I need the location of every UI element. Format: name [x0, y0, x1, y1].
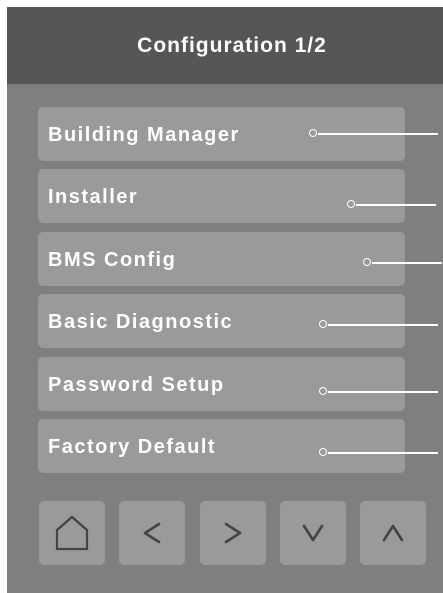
- menu-item-label: Password Setup: [48, 374, 225, 396]
- menu-item-password-setup[interactable]: Password Setup: [38, 357, 438, 411]
- chevron-up-icon: [382, 524, 404, 542]
- menu-item-basic-diagnostic[interactable]: Basic Diagnostic: [38, 294, 438, 348]
- menu-item-building-manager[interactable]: Building Manager: [38, 107, 438, 161]
- menu-item-label: Installer: [48, 186, 139, 208]
- menu-item-label: Building Manager: [48, 124, 240, 146]
- next-button[interactable]: [200, 501, 266, 565]
- header-bar: Configuration 1/2: [7, 7, 443, 84]
- scroll-up-button[interactable]: [360, 501, 426, 565]
- home-icon: [55, 515, 89, 551]
- menu-item-factory-default[interactable]: Factory Default: [38, 419, 438, 473]
- menu-item-bms-config[interactable]: BMS Config: [38, 232, 442, 286]
- device-screen: Configuration 1/2 Building Manager Insta…: [7, 7, 443, 593]
- home-button[interactable]: [39, 501, 105, 565]
- menu-item-label: BMS Config: [48, 249, 177, 271]
- previous-button[interactable]: [119, 501, 185, 565]
- chevron-down-icon: [302, 524, 324, 542]
- chevron-right-icon: [224, 522, 242, 544]
- menu-item-label: Basic Diagnostic: [48, 311, 234, 333]
- scroll-down-button[interactable]: [280, 501, 346, 565]
- menu-item-label: Factory Default: [48, 436, 217, 458]
- menu-item-installer[interactable]: Installer: [38, 169, 436, 223]
- page-title: Configuration 1/2: [137, 33, 327, 57]
- chevron-left-icon: [143, 522, 161, 544]
